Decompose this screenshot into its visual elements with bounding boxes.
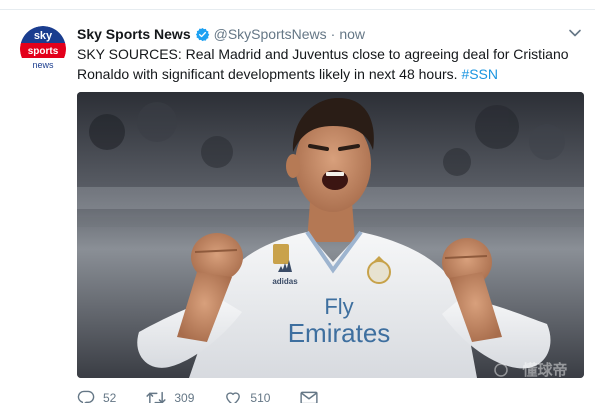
like-button[interactable]: 510	[224, 390, 270, 403]
hashtag-link[interactable]: #SSN	[461, 66, 498, 82]
heart-icon	[226, 392, 241, 403]
logo-text-sports: sports	[28, 46, 59, 57]
separator-dot: ·	[330, 26, 336, 42]
logo-text-news: news	[32, 60, 54, 70]
like-count: 510	[250, 391, 271, 403]
reply-count: 52	[103, 391, 117, 403]
chevron-down-icon[interactable]	[568, 28, 582, 38]
tweet-text: SKY SOURCES: Real Madrid and Juventus cl…	[77, 44, 582, 84]
reply-icon	[77, 390, 95, 403]
envelope-icon	[300, 391, 319, 403]
direct-message-button[interactable]	[300, 391, 319, 403]
timestamp[interactable]: now	[339, 26, 365, 42]
champion-badge	[273, 244, 289, 264]
retweet-icon	[146, 391, 166, 403]
avatar[interactable]: sky sports news	[20, 26, 66, 72]
shirt-sponsor-line2: Emirates	[288, 318, 391, 348]
logo-text-sky: sky	[34, 30, 53, 42]
reply-button[interactable]: 52	[77, 390, 116, 403]
retweet-button[interactable]: 309	[146, 390, 194, 403]
player-celebration-photo: adidas Fly Emirates 懂球帝	[77, 92, 584, 378]
sky-sports-news-logo: sky sports news	[20, 26, 66, 72]
handle[interactable]: @SkySportsNews	[214, 26, 327, 42]
shirt-sponsor-line1: Fly	[324, 294, 353, 319]
watermark-text: 懂球帝	[521, 361, 567, 378]
tweet[interactable]: sky sports news Sky Sports News @SkySpor…	[0, 10, 595, 403]
tweet-photo[interactable]: adidas Fly Emirates 懂球帝	[77, 92, 584, 378]
retweet-count: 309	[174, 391, 195, 403]
tweet-header: Sky Sports News @SkySportsNews · now	[77, 24, 365, 44]
top-divider	[0, 0, 595, 10]
shirt-brand-text: adidas	[272, 277, 298, 286]
tweet-actions: 52 309 510	[77, 388, 348, 403]
verified-badge-icon	[195, 27, 210, 42]
display-name[interactable]: Sky Sports News	[77, 26, 191, 42]
